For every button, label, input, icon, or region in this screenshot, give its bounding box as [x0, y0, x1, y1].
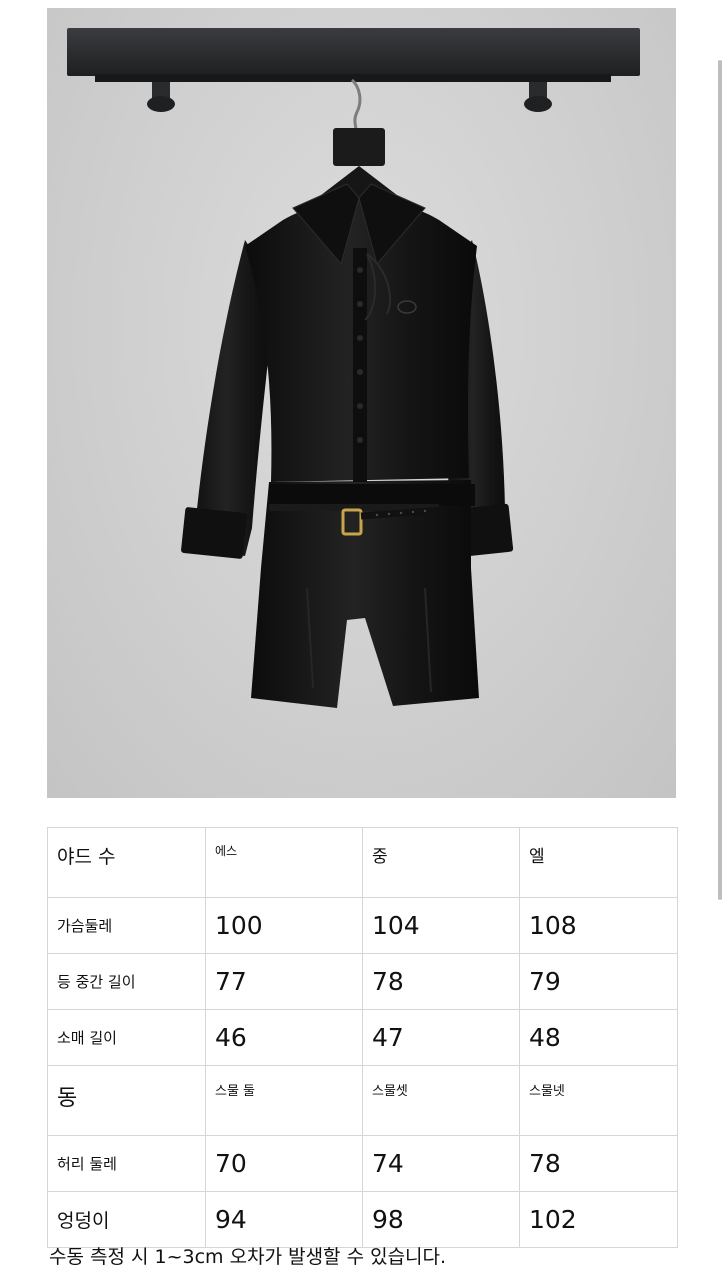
hip-l-value: 102: [519, 1191, 678, 1248]
table-row: 허리 둘레 70 74 78: [47, 1135, 678, 1192]
page-scrollbar[interactable]: [718, 60, 722, 900]
sleeve-m-value: 47: [362, 1009, 520, 1066]
sleeve-l-value: 48: [519, 1009, 678, 1066]
table-row: 동 스물 둘 스물셋 스물넷: [47, 1065, 678, 1136]
hanger: [299, 78, 419, 212]
back-length-m-value: 78: [362, 953, 520, 1010]
table-row: 가슴둘레 100 104 108: [47, 897, 678, 954]
size-chart-table: 야드 수 에스 중 엘 가슴둘레 100 104 108 등 중간 길이 77 …: [47, 827, 678, 1248]
sleeve-length-label: 소매 길이: [47, 1009, 206, 1066]
wall-rail: [67, 28, 640, 112]
table-row: 야드 수 에스 중 엘: [47, 827, 678, 898]
hip-s-value: 94: [205, 1191, 363, 1248]
bottom-size-m-header: 스물셋: [362, 1065, 520, 1136]
size-header-label: 야드 수: [47, 827, 206, 898]
waist-m-value: 74: [362, 1135, 520, 1192]
size-l-header: 엘: [519, 827, 678, 898]
waist-l-value: 78: [519, 1135, 678, 1192]
back-length-l-value: 79: [519, 953, 678, 1010]
bottom-size-l-header: 스물넷: [519, 1065, 678, 1136]
table-row: 등 중간 길이 77 78 79: [47, 953, 678, 1010]
bottom-size-s-header: 스물 둘: [205, 1065, 363, 1136]
chest-l-value: 108: [519, 897, 678, 954]
chest-s-value: 100: [205, 897, 363, 954]
garment-illustration: [67, 28, 640, 708]
measurement-note: 수동 측정 시 1~3cm 오차가 발생할 수 있습니다.: [49, 1246, 447, 1268]
hip-label: 엉덩이: [47, 1191, 206, 1248]
romper-garment: [181, 183, 514, 708]
size-s-header: 에스: [205, 827, 363, 898]
chest-m-value: 104: [362, 897, 520, 954]
bottom-section-label: 동: [47, 1065, 206, 1136]
back-length-label: 등 중간 길이: [47, 953, 206, 1010]
back-length-s-value: 77: [205, 953, 363, 1010]
sleeve-s-value: 46: [205, 1009, 363, 1066]
size-m-header: 중: [362, 827, 520, 898]
chest-label: 가슴둘레: [47, 897, 206, 954]
waist-s-value: 70: [205, 1135, 363, 1192]
hip-m-value: 98: [362, 1191, 520, 1248]
waist-label: 허리 둘레: [47, 1135, 206, 1192]
product-photo[interactable]: [47, 8, 676, 798]
table-row: 소매 길이 46 47 48: [47, 1009, 678, 1066]
table-row: 엉덩이 94 98 102: [47, 1191, 678, 1248]
